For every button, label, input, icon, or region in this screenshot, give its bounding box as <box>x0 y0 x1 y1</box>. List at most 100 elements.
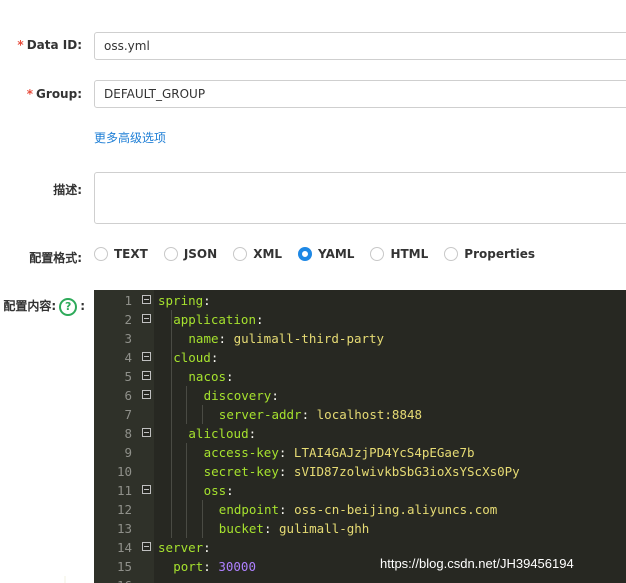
text-cursor <box>64 576 66 583</box>
line-number: 9 <box>124 445 132 460</box>
yaml-key: cloud <box>173 350 211 365</box>
radio-circle-icon[interactable] <box>370 247 385 261</box>
fold-toggle-icon[interactable] <box>142 352 151 361</box>
code-text: access-key: LTAI4GAJzjPD4YcS4pEGae7b <box>204 443 475 462</box>
required-mark: * <box>26 87 34 101</box>
yaml-colon: : <box>248 426 257 441</box>
watermark: https://blog.csdn.net/JH39456194 <box>380 556 574 571</box>
format-radio-properties[interactable]: Properties <box>444 247 535 261</box>
code-text: application: <box>173 310 263 329</box>
fold-toggle-icon[interactable] <box>142 371 151 380</box>
radio-label: HTML <box>390 247 429 261</box>
indent-guide <box>186 443 188 538</box>
fold-toggle-icon[interactable] <box>142 295 151 304</box>
yaml-key: discovery <box>203 388 272 403</box>
fold-toggle-icon[interactable] <box>142 390 151 399</box>
code-text: discovery: <box>204 386 279 405</box>
indent-guide <box>171 310 173 538</box>
editor-line: 8 alicloud: <box>94 424 626 443</box>
yaml-colon: : <box>255 312 264 327</box>
format-radio-text[interactable]: TEXT <box>94 247 148 261</box>
yaml-key: spring <box>158 293 204 308</box>
yaml-colon: : <box>203 293 211 308</box>
yaml-colon: : <box>226 483 234 498</box>
editor-line: 11 oss: <box>94 481 626 500</box>
radio-circle-icon[interactable] <box>94 247 108 261</box>
yaml-colon: : <box>279 502 287 517</box>
yaml-key: port <box>173 559 204 574</box>
yaml-key: application <box>173 312 256 327</box>
yaml-key: oss <box>203 483 227 498</box>
yaml-value: localhost:8848 <box>316 407 423 422</box>
yaml-key: access-key <box>203 445 279 460</box>
yaml-colon: : <box>203 540 211 555</box>
fold-toggle-icon[interactable] <box>142 314 151 323</box>
line-number: 1 <box>124 293 132 308</box>
line-number: 3 <box>124 331 132 346</box>
yaml-colon: : <box>226 369 234 384</box>
code-text: port: 30000 <box>173 557 256 576</box>
code-editor[interactable]: 1 spring: 2 application: 3 name: gulimall-thi… <box>94 290 626 583</box>
line-number: 12 <box>116 502 132 517</box>
line-number: 7 <box>124 407 132 422</box>
format-radio-xml[interactable]: XML <box>233 247 282 261</box>
help-icon[interactable]: ? <box>59 297 78 316</box>
data-id-label: * Data ID: <box>17 38 82 52</box>
line-number: 10 <box>116 464 132 479</box>
radio-label: TEXT <box>114 247 148 261</box>
editor-line: 12 endpoint: oss-cn-beijing.aliyuncs.com <box>94 500 626 519</box>
line-number: 6 <box>124 388 132 403</box>
group-input[interactable]: DEFAULT_GROUP <box>94 80 626 108</box>
yaml-key: server-addr <box>218 407 302 422</box>
data-id-input[interactable]: oss.yml <box>94 32 626 60</box>
radio-circle-icon[interactable] <box>444 247 459 261</box>
line-number: 15 <box>116 559 132 574</box>
yaml-value: sVID87zolwivkbSbG3ioXsYScXs0Py <box>293 464 520 479</box>
code-text: bucket: gulimall-ghh <box>219 519 370 538</box>
advanced-options-link[interactable]: 更多高级选项 <box>94 129 166 146</box>
code-text: spring: <box>158 291 211 310</box>
yaml-key: server <box>158 540 204 555</box>
yaml-key: endpoint <box>218 502 280 517</box>
radio-circle-icon[interactable] <box>298 247 313 261</box>
editor-line: 7 server-addr: localhost:8848 <box>94 405 626 424</box>
editor-line: 6 discovery: <box>94 386 626 405</box>
indent-guide <box>201 500 203 538</box>
fold-toggle-icon[interactable] <box>142 542 151 551</box>
radio-label: JSON <box>183 247 218 261</box>
description-textarea[interactable] <box>94 172 626 224</box>
yaml-colon: : <box>301 407 310 422</box>
format-radio-yaml[interactable]: YAML <box>298 247 354 261</box>
editor-line: 1 spring: <box>94 291 626 310</box>
code-text: name: gulimall-third-party <box>188 329 384 348</box>
line-number: 14 <box>116 540 132 555</box>
format-radio-group: TEXT JSON XML YAML HTML Properties <box>94 247 551 261</box>
fold-toggle-icon[interactable] <box>142 428 151 437</box>
radio-label: Properties <box>464 247 536 261</box>
editor-line: 14 server: <box>94 538 626 557</box>
editor-line: 13 bucket: gulimall-ghh <box>94 519 626 538</box>
format-label: 配置格式: <box>29 251 82 265</box>
yaml-key: bucket <box>218 521 264 536</box>
radio-circle-icon[interactable] <box>233 247 248 261</box>
required-mark: * <box>17 38 24 52</box>
indent-guide <box>201 405 203 424</box>
editor-line: 3 name: gulimall-third-party <box>94 329 626 348</box>
yaml-value: LTAI4GAJzjPD4YcS4pEGae7b <box>293 445 475 460</box>
yaml-colon: : <box>278 464 287 479</box>
yaml-colon: : <box>203 559 211 574</box>
content-label: 配置内容:?: <box>3 297 85 316</box>
yaml-value: gulimall-ghh <box>279 521 370 536</box>
fold-toggle-icon[interactable] <box>142 485 151 494</box>
editor-line: 16 <box>94 576 626 583</box>
yaml-value: 30000 <box>218 559 256 574</box>
line-number: 5 <box>124 369 132 384</box>
editor-line: 5 nacos: <box>94 367 626 386</box>
code-text: server-addr: localhost:8848 <box>219 405 422 424</box>
yaml-colon: : <box>271 388 279 403</box>
line-number: 4 <box>124 350 132 365</box>
line-number: 13 <box>116 521 132 536</box>
format-radio-json[interactable]: JSON <box>163 247 218 261</box>
radio-circle-icon[interactable] <box>163 247 178 261</box>
format-radio-html[interactable]: HTML <box>370 247 428 261</box>
